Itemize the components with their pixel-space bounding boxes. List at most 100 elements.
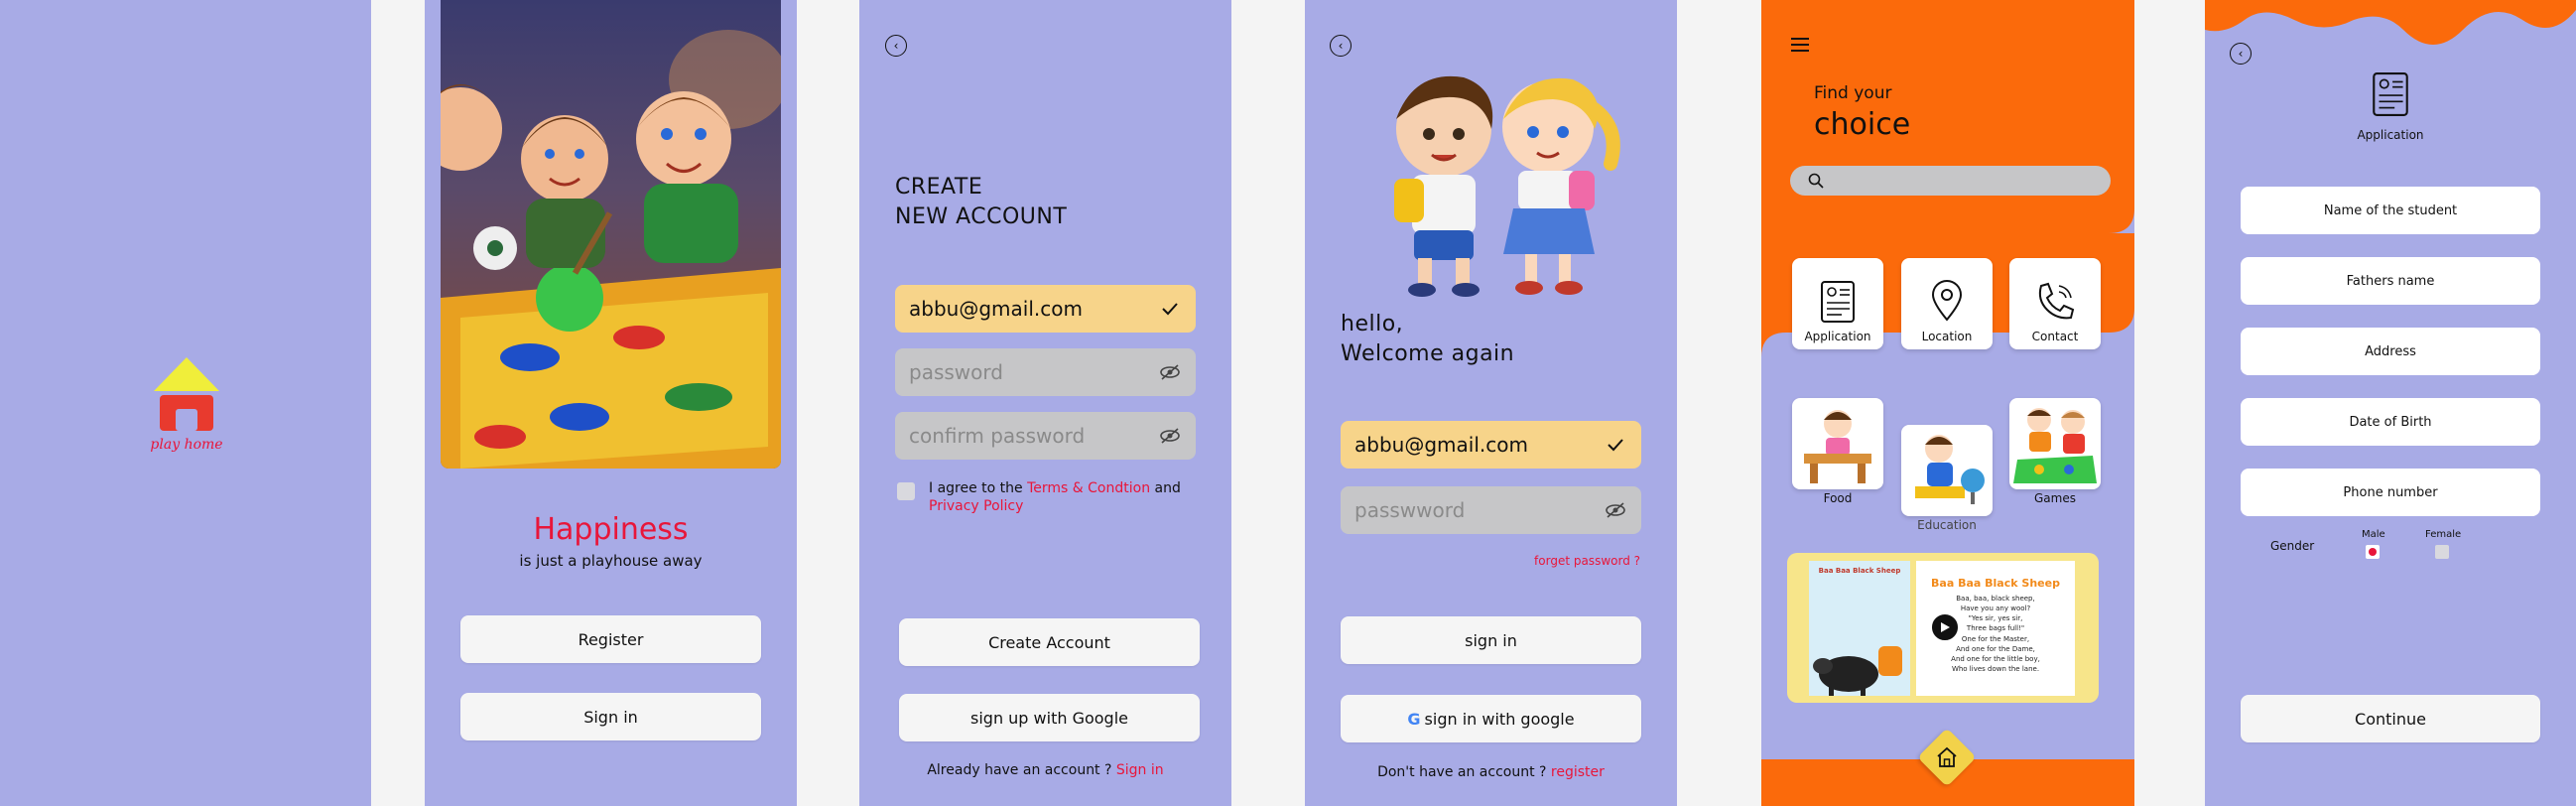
application-form-icon xyxy=(1821,281,1855,323)
google-signup-button[interactable]: sign up with Google xyxy=(899,694,1200,741)
address-field[interactable]: Address xyxy=(2241,328,2540,375)
home-icon xyxy=(1937,746,1957,767)
signin-button[interactable]: sign in xyxy=(1341,616,1641,664)
eye-off-icon[interactable] xyxy=(1604,498,1627,522)
chevron-left-icon: ‹ xyxy=(893,39,899,53)
phone-number-field[interactable]: Phone number xyxy=(2241,469,2540,516)
male-label: Male xyxy=(2362,529,2385,540)
email-field[interactable]: abbu@gmail.com xyxy=(1341,421,1641,469)
female-radio[interactable] xyxy=(2435,545,2449,559)
create-account-button[interactable]: Create Account xyxy=(899,618,1200,666)
fathers-name-field[interactable]: Fathers name xyxy=(2241,257,2540,305)
no-account-line: Don't have an account ? register xyxy=(1305,764,1677,780)
nursery-rhyme-book[interactable]: Baa Baa Black Sheep Baa Baa Black Sheep … xyxy=(1787,553,2099,703)
logo-text: play home xyxy=(150,437,223,453)
education-card[interactable] xyxy=(1901,425,1993,516)
back-button[interactable]: ‹ xyxy=(885,35,907,57)
register-button[interactable]: Register xyxy=(460,615,761,663)
find-text: Find your xyxy=(1814,83,1892,103)
google-signin-label: sign in with google xyxy=(1424,709,1575,729)
food-card[interactable] xyxy=(1792,398,1883,489)
password-field[interactable]: passwword xyxy=(1341,486,1641,534)
password-field[interactable]: password xyxy=(895,348,1196,396)
splash-screen: play home xyxy=(0,0,371,806)
google-icon: G xyxy=(1407,709,1421,729)
male-radio[interactable] xyxy=(2366,545,2380,559)
rhyme-line: Baa, baa, black sheep, xyxy=(1956,595,2035,603)
hamburger-menu-icon[interactable] xyxy=(1791,38,1809,52)
card-label: Contact xyxy=(2031,330,2079,343)
privacy-link[interactable]: Privacy Policy xyxy=(929,498,1023,514)
create-account-screen: ‹ CREATE NEW ACCOUNT abbu@gmail.com pass… xyxy=(859,0,1231,806)
search-bar[interactable] xyxy=(1790,166,2111,196)
google-signin-button[interactable]: G sign in with google xyxy=(1341,695,1641,742)
gender-label: Gender xyxy=(2270,539,2315,553)
student-name-field[interactable]: Name of the student xyxy=(2241,187,2540,234)
create-account-heading: CREATE NEW ACCOUNT xyxy=(895,173,1067,231)
home-screen: Find your choice Application Location Co… xyxy=(1761,0,2134,806)
confirm-password-placeholder: confirm password xyxy=(909,424,1086,448)
signin-button[interactable]: Sign in xyxy=(460,693,761,740)
games-card[interactable] xyxy=(2009,398,2101,489)
book-left-page: Baa Baa Black Sheep xyxy=(1809,561,1910,696)
heading-line-2: NEW ACCOUNT xyxy=(895,203,1068,229)
hero-image xyxy=(441,0,781,469)
greeting-line-1: hello, xyxy=(1341,312,1404,336)
terms-link[interactable]: Terms & Condtion xyxy=(1027,480,1150,496)
forget-password-link[interactable]: forget password ? xyxy=(1534,554,1640,568)
application-form-icon xyxy=(2373,72,2408,116)
chevron-left-icon: ‹ xyxy=(2238,47,2244,61)
design-canvas: play home Happiness is just a playhouse … xyxy=(0,0,2576,806)
food-illustration xyxy=(1804,410,1871,483)
email-value: abbu@gmail.com xyxy=(1354,433,1528,457)
confirm-password-field[interactable]: confirm password xyxy=(895,412,1196,460)
login-screen: ‹ hello, Welcome again abbu@gmail.com pa… xyxy=(1305,0,1677,806)
orange-wave-shape xyxy=(2205,0,2576,45)
terms-checkbox[interactable] xyxy=(897,482,915,500)
chevron-left-icon: ‹ xyxy=(1338,39,1344,53)
checkmark-icon xyxy=(1162,303,1178,316)
register-link[interactable]: register xyxy=(1551,764,1605,780)
phone-icon xyxy=(2038,282,2075,320)
eye-off-icon[interactable] xyxy=(1158,360,1182,384)
date-of-birth-field[interactable]: Date of Birth xyxy=(2241,398,2540,446)
sheep-illustration xyxy=(1813,646,1902,696)
signin-link[interactable]: Sign in xyxy=(1116,762,1164,778)
have-account-line: Already have an account ? Sign in xyxy=(859,762,1231,778)
back-button[interactable]: ‹ xyxy=(2230,43,2252,65)
password-placeholder: passwword xyxy=(1354,498,1466,522)
games-illustration xyxy=(2013,408,2097,483)
continue-button[interactable]: Continue xyxy=(2241,695,2540,742)
application-screen: ‹ Application Name of the student Father… xyxy=(2205,0,2576,806)
location-card[interactable]: Location xyxy=(1901,258,1993,349)
card-label: Application xyxy=(1804,330,1871,343)
application-card[interactable]: Application xyxy=(1792,258,1883,349)
contact-card[interactable]: Contact xyxy=(2009,258,2101,349)
terms-text: I agree to the Terms & Condtion and Priv… xyxy=(929,480,1212,515)
and-text: and xyxy=(1150,480,1181,496)
games-label: Games xyxy=(2034,491,2076,505)
greeting-line-2: Welcome again xyxy=(1341,340,1515,366)
welcome-subtitle: is just a playhouse away xyxy=(519,552,703,570)
eye-off-icon[interactable] xyxy=(1158,424,1182,448)
play-icon xyxy=(1941,622,1950,632)
rhyme-line: Who lives down the lane. xyxy=(1951,664,2040,673)
password-placeholder: password xyxy=(909,360,1003,384)
email-field[interactable]: abbu@gmail.com xyxy=(895,285,1196,333)
house-logo-icon xyxy=(152,355,221,435)
application-title: Application xyxy=(2357,128,2424,142)
male-radio-dot xyxy=(2369,548,2377,556)
play-button[interactable] xyxy=(1930,612,1960,642)
rhyme-line: And one for the Dame, xyxy=(1956,644,2035,653)
checkmark-icon xyxy=(1608,439,1623,452)
education-label: Education xyxy=(1917,518,1977,532)
have-account-text: Already have an account ? xyxy=(927,762,1116,778)
no-account-text: Don't have an account ? xyxy=(1377,764,1551,780)
rhyme-line: And one for the little boy, xyxy=(1951,654,2040,663)
choice-text: choice xyxy=(1814,107,1911,142)
back-button[interactable]: ‹ xyxy=(1330,35,1352,57)
food-label: Food xyxy=(1823,491,1853,505)
kids-illustration xyxy=(1374,60,1622,308)
heading-line-1: CREATE xyxy=(895,175,983,200)
welcome-screen: Happiness is just a playhouse away Regis… xyxy=(425,0,797,806)
